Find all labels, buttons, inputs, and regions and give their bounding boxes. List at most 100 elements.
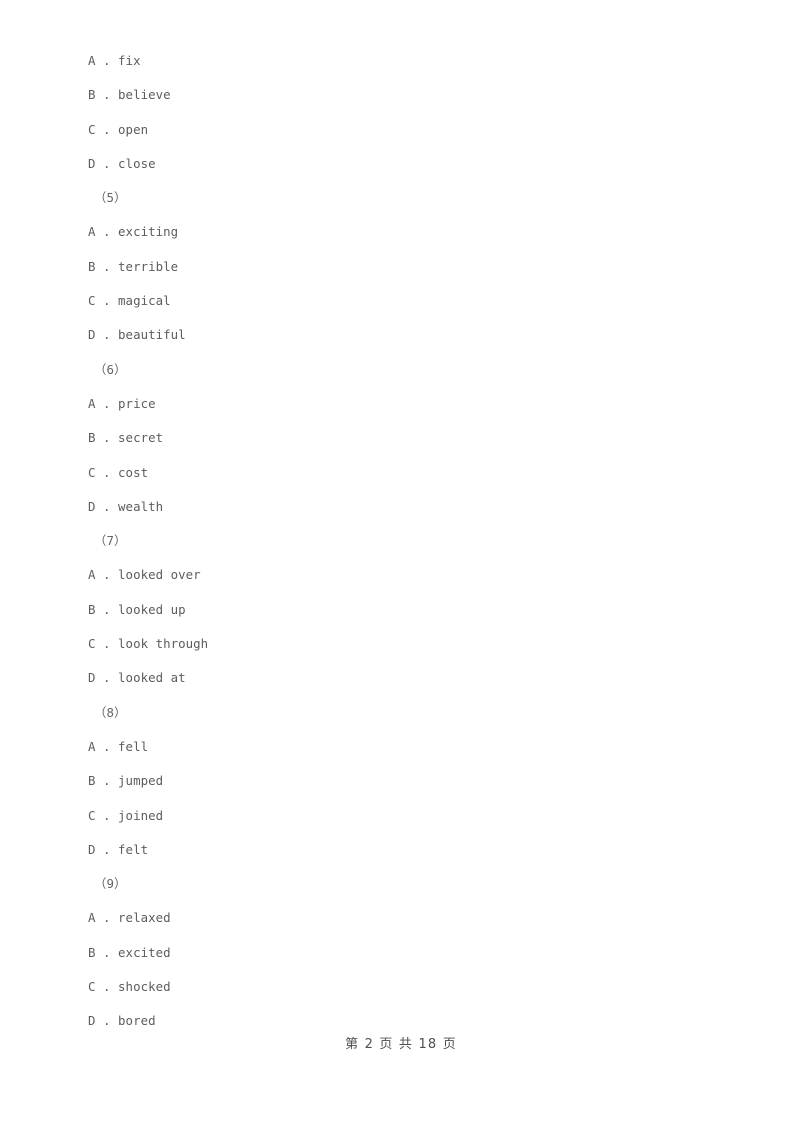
option-text: looked up	[118, 601, 186, 617]
option-separator: .	[95, 395, 119, 411]
option-letter: A	[88, 53, 96, 68]
option-text: looked over	[118, 567, 201, 583]
option-letter: B	[88, 430, 96, 446]
option-separator: .	[95, 979, 119, 995]
option-letter: D	[88, 498, 96, 514]
answer-option[interactable]: A . looked over	[88, 558, 708, 592]
option-text: wealth	[118, 498, 164, 514]
question-number: （7）	[94, 533, 127, 549]
option-separator: .	[95, 155, 119, 171]
answer-option[interactable]: A . fell	[88, 730, 708, 764]
option-letter: B	[88, 944, 96, 960]
option-text: terrible	[118, 258, 179, 274]
option-text: shocked	[118, 979, 171, 995]
answer-option[interactable]: A . exciting	[88, 215, 708, 249]
answer-option[interactable]: B . looked up	[88, 593, 708, 627]
question-number: （5）	[94, 190, 127, 206]
answer-option[interactable]: A . fix	[88, 44, 708, 78]
answer-option[interactable]: B . secret	[88, 421, 708, 455]
option-text: look through	[118, 636, 209, 652]
option-text: price	[118, 395, 156, 411]
option-text: fix	[118, 53, 141, 68]
option-letter: D	[88, 841, 96, 857]
answer-option[interactable]: D . wealth	[88, 490, 708, 524]
option-separator: .	[95, 464, 119, 480]
answer-option[interactable]: C . magical	[88, 284, 708, 318]
option-text: exciting	[118, 224, 179, 240]
option-text: joined	[118, 807, 164, 823]
answer-option[interactable]: C . cost	[88, 456, 708, 490]
page-number-indicator: 第 2 页 共 18 页	[345, 1037, 457, 1052]
option-letter: D	[88, 327, 96, 343]
option-text: close	[118, 155, 156, 171]
option-text: believe	[118, 87, 171, 103]
option-text: fell	[118, 738, 149, 754]
option-separator: .	[95, 87, 119, 103]
option-letter: D	[88, 670, 96, 686]
option-letter: B	[88, 601, 96, 617]
option-letter: A	[88, 567, 96, 583]
option-text: cost	[118, 464, 149, 480]
answer-option[interactable]: A . relaxed	[88, 901, 708, 935]
answer-option[interactable]: D . looked at	[88, 661, 708, 695]
question-options-list: A . fix B . believe C . open D . close （5） A …	[88, 44, 708, 1039]
answer-option[interactable]: C . open	[88, 113, 708, 147]
option-separator: .	[95, 258, 119, 274]
option-letter: D	[88, 155, 96, 171]
option-separator: .	[95, 293, 119, 309]
option-separator: .	[95, 498, 119, 514]
answer-option[interactable]: A . price	[88, 387, 708, 421]
option-letter: C	[88, 293, 96, 309]
answer-option[interactable]: D . beautiful	[88, 318, 708, 352]
answer-option[interactable]: C . look through	[88, 627, 708, 661]
option-text: looked at	[118, 670, 186, 686]
question-number: （6）	[94, 361, 127, 377]
option-separator: .	[95, 944, 119, 960]
answer-option[interactable]: B . believe	[88, 78, 708, 112]
option-letter: A	[88, 738, 96, 754]
option-letter: C	[88, 979, 96, 995]
option-separator: .	[95, 670, 119, 686]
option-letter: A	[88, 224, 96, 240]
option-separator: .	[95, 224, 119, 240]
option-separator: .	[95, 121, 119, 137]
answer-option[interactable]: D . close	[88, 147, 708, 181]
question-number: （8）	[94, 704, 127, 720]
option-text: open	[118, 121, 149, 137]
option-text: jumped	[118, 773, 164, 789]
question-number: （9）	[94, 876, 127, 892]
option-text: felt	[118, 841, 149, 857]
option-separator: .	[95, 53, 119, 68]
option-text: bored	[118, 1013, 156, 1029]
option-letter: B	[88, 773, 96, 789]
option-text: beautiful	[118, 327, 186, 343]
option-text: secret	[118, 430, 164, 446]
option-separator: .	[95, 738, 119, 754]
option-letter: B	[88, 87, 96, 103]
option-text: excited	[118, 944, 171, 960]
option-text: magical	[118, 293, 171, 309]
option-letter: C	[88, 121, 96, 137]
page-footer: 第 2 页 共 18 页	[0, 1033, 800, 1052]
option-letter: C	[88, 636, 96, 652]
answer-option[interactable]: B . jumped	[88, 764, 708, 798]
answer-option[interactable]: B . excited	[88, 936, 708, 970]
option-letter: C	[88, 464, 96, 480]
option-separator: .	[95, 841, 119, 857]
answer-option[interactable]: C . joined	[88, 799, 708, 833]
option-letter: A	[88, 395, 96, 411]
option-letter: A	[88, 910, 96, 926]
option-separator: .	[95, 1013, 119, 1029]
option-separator: .	[95, 601, 119, 617]
answer-option[interactable]: D . felt	[88, 833, 708, 867]
option-separator: .	[95, 327, 119, 343]
option-text: relaxed	[118, 910, 171, 926]
answer-option[interactable]: C . shocked	[88, 970, 708, 1004]
option-separator: .	[95, 773, 119, 789]
option-letter: C	[88, 807, 96, 823]
answer-option[interactable]: B . terrible	[88, 250, 708, 284]
option-separator: .	[95, 567, 119, 583]
option-separator: .	[95, 430, 119, 446]
document-page: A . fix B . believe C . open D . close （5） A …	[0, 0, 800, 1132]
option-letter: D	[88, 1013, 96, 1029]
